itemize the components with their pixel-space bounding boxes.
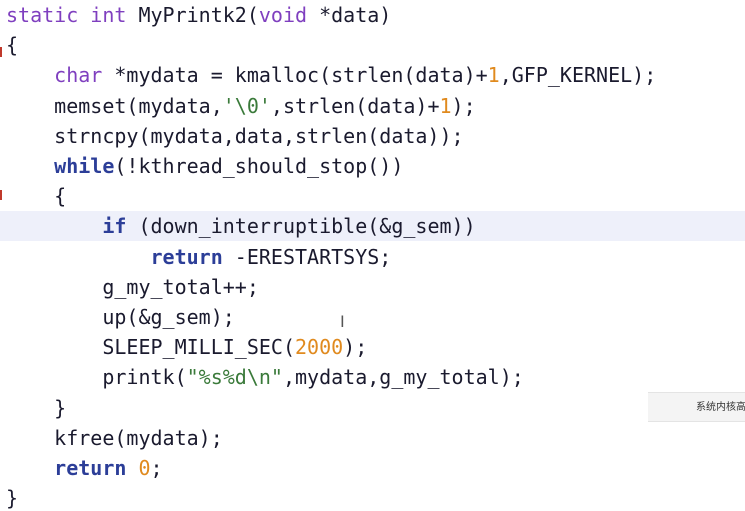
code-token: *data) — [307, 3, 392, 27]
code-token: static int — [6, 3, 139, 27]
text-cursor-icon: I — [340, 312, 345, 331]
code-line[interactable]: g_my_total++; — [6, 272, 745, 302]
code-token: up(&g_sem); — [6, 305, 235, 329]
code-line[interactable]: char *mydata = kmalloc(strlen(data)+1,GF… — [6, 60, 745, 90]
gutter-marker — [0, 47, 2, 57]
code-token: SLEEP_MILLI_SEC( — [6, 335, 295, 360]
code-token: return — [54, 456, 127, 480]
code-token: memset(mydata, — [6, 93, 223, 118]
code-token: 2000 — [294, 335, 344, 360]
code-token: ,strlen(data)+ — [270, 93, 440, 118]
code-token: ; — [150, 456, 163, 480]
code-token: printk( — [6, 365, 187, 390]
code-line[interactable]: { — [6, 30, 745, 60]
code-token: "%s%d\n" — [186, 365, 283, 390]
code-line[interactable]: memset(mydata,'\0',strlen(data)+1); — [6, 91, 745, 121]
tooltip-popup: 系统内核高 — [648, 392, 745, 422]
code-token: kfree(mydata); — [6, 425, 223, 450]
code-token: return — [150, 244, 223, 269]
code-token: 1 — [487, 63, 500, 88]
code-token: -ERESTARTSYS; — [222, 244, 392, 269]
code-token: } — [6, 486, 19, 511]
code-token: ); — [451, 93, 476, 118]
code-line[interactable]: up(&g_sem); — [6, 302, 745, 332]
code-token: } — [6, 395, 67, 420]
gutter-marker — [0, 190, 2, 200]
code-line[interactable]: kfree(mydata); — [6, 423, 745, 453]
code-line[interactable]: SLEEP_MILLI_SEC(2000); — [6, 332, 745, 362]
code-line[interactable]: strncpy(mydata,data,strlen(data)); — [6, 121, 745, 151]
code-token: ,mydata,g_my_total); — [282, 365, 524, 390]
code-token: '\0' — [222, 93, 271, 118]
code-token: g_my_total++; — [6, 274, 259, 299]
code-line[interactable]: { — [6, 181, 745, 211]
code-token: { — [6, 184, 67, 209]
code-token: ); — [343, 335, 368, 360]
code-line[interactable]: while(!kthread_should_stop()) — [6, 151, 745, 181]
code-token: void — [258, 3, 308, 27]
code-line[interactable]: } — [6, 393, 745, 423]
code-line[interactable]: } — [6, 483, 745, 511]
code-line[interactable]: return 0; — [6, 453, 745, 483]
code-token: strncpy(mydata,data,strlen(data)); — [6, 123, 464, 148]
code-token: { — [6, 33, 19, 58]
code-token: (!kthread_should_stop()) — [114, 154, 404, 178]
code-token: *mydata = kmalloc(strlen(data)+ — [102, 63, 488, 88]
code-line[interactable]: static int MyPrintk2(void *data) — [6, 0, 745, 30]
code-token: 0 — [138, 456, 151, 480]
code-line[interactable]: if (down_interruptible(&g_sem)) — [0, 211, 745, 242]
code-token: (down_interruptible(&g_sem)) — [126, 214, 476, 239]
code-token: MyPrintk2( — [138, 3, 259, 27]
code-token: char — [54, 63, 103, 88]
code-token: 1 — [439, 93, 452, 118]
code-token: ,GFP_KERNEL); — [499, 63, 657, 88]
code-editor[interactable]: static int MyPrintk2(void *data) { char *… — [0, 0, 745, 511]
code-token: if — [102, 214, 127, 239]
code-line[interactable]: return -ERESTARTSYS; — [6, 242, 745, 272]
code-line[interactable]: printk("%s%d\n",mydata,g_my_total); — [6, 362, 745, 392]
code-token: while — [54, 154, 115, 178]
